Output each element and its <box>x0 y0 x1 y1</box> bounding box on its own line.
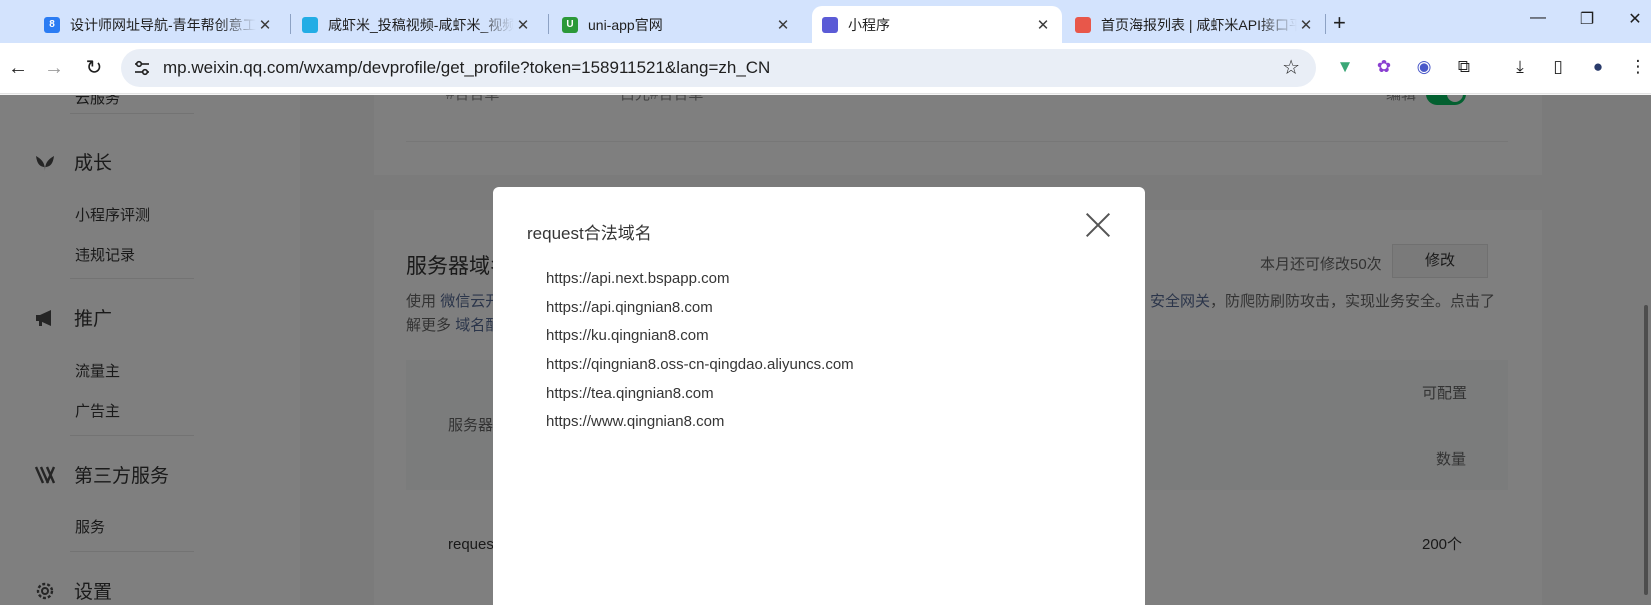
tab-close-icon[interactable]: ✕ <box>1297 16 1315 34</box>
domain-list-item: https://api.qingnian8.com <box>546 298 713 316</box>
tab-favicon-icon <box>822 16 838 33</box>
tab-favicon-icon: U <box>562 16 578 33</box>
menu-kebab-icon[interactable]: ⋮ <box>1626 55 1650 79</box>
close-window-button[interactable]: ✕ <box>1620 9 1650 29</box>
domain-list-item: https://api.next.bspapp.com <box>546 270 730 287</box>
forward-button[interactable]: → <box>40 54 68 82</box>
tab-close-icon[interactable]: ✕ <box>1034 16 1052 34</box>
browser-tab[interactable]: 8 设计师网址导航-青年帮创意工具 ✕ <box>34 6 284 43</box>
domain-list-item: https://www.qingnian8.com <box>546 413 725 431</box>
request-domain-dialog: request合法域名 https://api.next.bspapp.com h… <box>493 187 1145 605</box>
tab-favicon-icon <box>1075 16 1091 33</box>
tab-title: 小程序 <box>848 16 890 33</box>
tab-separator <box>548 14 549 34</box>
extensions-puzzle-icon[interactable]: ⧉ <box>1452 55 1476 79</box>
domain-list-item: https://tea.qingnian8.com <box>546 384 714 402</box>
tab-separator <box>290 14 291 34</box>
new-tab-button[interactable]: + <box>1333 10 1346 36</box>
bookmark-star-icon[interactable]: ☆ <box>1282 55 1300 80</box>
vue-devtools-icon[interactable]: ▼ <box>1333 55 1357 79</box>
tab-favicon-icon: 8 <box>44 16 60 33</box>
maximize-button[interactable]: ❐ <box>1572 9 1602 29</box>
dialog-title: request合法域名 <box>527 224 652 243</box>
page-content: 云服务 成长 小程序评测 违规记录 推广 流量主 广告主 第三方服务 服务 <box>0 95 1651 605</box>
browser-tab[interactable]: 咸虾米_投稿视频-咸虾米_视频分享✕ <box>292 6 542 43</box>
reload-button[interactable]: ↻ <box>80 54 108 82</box>
domain-list: https://api.next.bspapp.com https://api.q… <box>546 265 854 437</box>
site-info-icon[interactable] <box>133 59 151 77</box>
extension-purple-icon[interactable]: ✿ <box>1372 55 1396 79</box>
side-panel-icon[interactable]: ▯ <box>1546 55 1570 79</box>
tab-title: 首页海报列表 | 咸虾米API接口平台 <box>1101 16 1297 33</box>
tab-close-icon[interactable]: ✕ <box>774 16 792 34</box>
url-text[interactable]: mp.weixin.qq.com/wxamp/devprofile/get_pr… <box>163 58 770 78</box>
download-icon[interactable]: ⤓ <box>1508 55 1532 79</box>
profile-avatar-icon[interactable]: ● <box>1586 55 1610 79</box>
close-icon[interactable] <box>1085 212 1111 238</box>
browser-tab[interactable]: 小程序 ✕ <box>812 6 1062 43</box>
tab-favicon-icon <box>302 16 318 33</box>
extension-blue-icon[interactable]: ◉ <box>1412 55 1436 79</box>
tab-close-icon[interactable]: ✕ <box>256 16 274 34</box>
browser-toolbar: ← → ↻ mp.weixin.qq.com/wxamp/devprofile/… <box>0 43 1651 94</box>
domain-list-item: https://ku.qingnian8.com <box>546 327 709 345</box>
browser-tab[interactable]: 首页海报列表 | 咸虾米API接口平台 ✕ <box>1065 6 1325 43</box>
tab-title: uni-app官网 <box>588 16 663 33</box>
tab-title: 咸虾米_投稿视频-咸虾米_视频分享 <box>328 16 514 33</box>
tab-separator <box>1325 14 1326 34</box>
browser-tab[interactable]: Uuni-app官网 ✕ <box>552 6 802 43</box>
back-button[interactable]: ← <box>4 54 32 82</box>
tab-title: 设计师网址导航-青年帮创意工具 <box>70 16 256 33</box>
browser-tab-strip: 8设计师网址导航-青年帮创意工具✕咸虾米_投稿视频-咸虾米_视频分享✕Uuni-… <box>0 0 1651 43</box>
tab-close-icon[interactable]: ✕ <box>514 16 532 34</box>
minimize-button[interactable]: — <box>1523 9 1553 27</box>
address-bar[interactable]: mp.weixin.qq.com/wxamp/devprofile/get_pr… <box>121 49 1316 87</box>
domain-list-item: https://qingnian8.oss-cn-qingdao.aliyunc… <box>546 356 854 374</box>
